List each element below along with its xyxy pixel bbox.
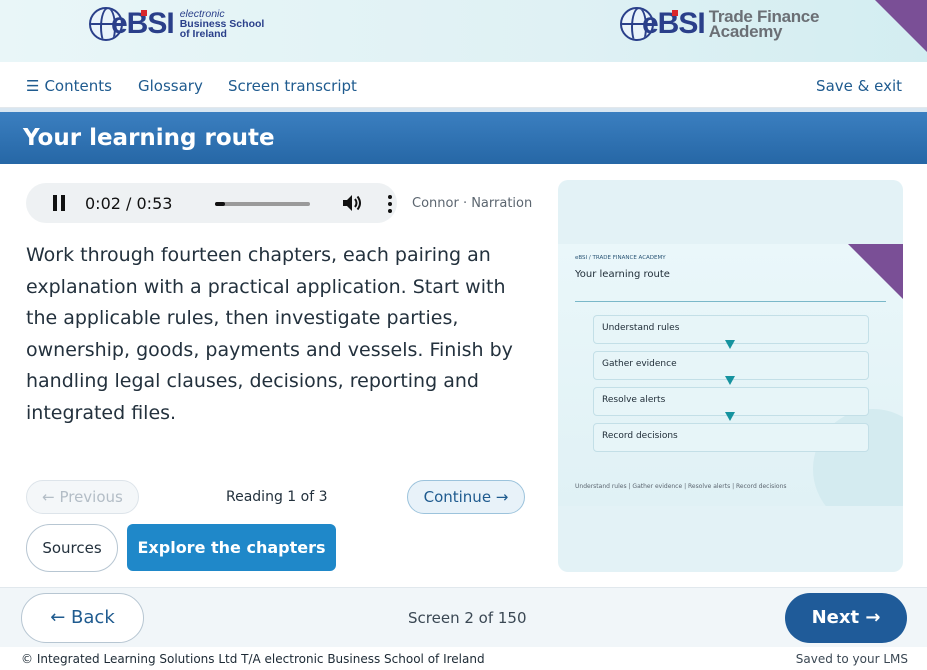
hamburger-icon: ☰ xyxy=(26,77,40,95)
page-footer: © Integrated Learning Solutions Ltd T/A … xyxy=(0,647,927,670)
audio-progress xyxy=(215,202,225,206)
slide-kicker: eBSI / TRADE FINANCE ACADEMY xyxy=(575,255,666,261)
audio-seek-bar[interactable] xyxy=(215,202,310,206)
ebsi-wordmark: eBSI xyxy=(111,7,175,40)
continue-button[interactable]: Continue → xyxy=(407,480,525,514)
top-nav: ☰ Contents Glossary Screen transcript Sav… xyxy=(0,62,927,108)
bottom-nav: ← Back Screen 2 of 150 Next → xyxy=(0,587,927,647)
preview-card: eBSI / TRADE FINANCE ACADEMY Your learni… xyxy=(558,180,903,572)
reading-indicator: Reading 1 of 3 xyxy=(226,489,328,505)
narrator-label: Connor · Narration xyxy=(412,196,533,211)
copyright-text: © Integrated Learning Solutions Ltd T/A … xyxy=(21,652,485,666)
pause-icon[interactable] xyxy=(52,195,66,211)
corner-accent xyxy=(875,0,927,52)
sources-button[interactable]: Sources xyxy=(26,524,118,572)
previous-button[interactable]: ← Previous xyxy=(26,480,139,514)
more-options-icon[interactable] xyxy=(388,195,392,213)
slide-title: Your learning route xyxy=(575,269,670,280)
brand-header: eBSI electronic Business School of Irela… xyxy=(0,0,927,62)
slide-divider xyxy=(575,301,886,302)
down-arrow-icon xyxy=(725,412,735,421)
explore-chapters-button[interactable]: Explore the chapters xyxy=(127,524,336,571)
academy-subtitle: Trade Finance Academy xyxy=(708,7,820,41)
page-title-bar: Your learning route xyxy=(0,108,927,164)
route-step: Record decisions xyxy=(593,423,869,452)
volume-icon[interactable] xyxy=(341,193,363,213)
contents-link[interactable]: ☰ Contents xyxy=(26,77,112,95)
ebsi-wordmark: eBSI xyxy=(642,7,706,40)
ebsi-subtitle: electronic Business School of Ireland xyxy=(179,8,265,40)
down-arrow-icon xyxy=(725,340,735,349)
trade-finance-academy-logo: eBSI Trade Finance Academy xyxy=(620,7,819,41)
audio-time: 0:02 / 0:53 xyxy=(85,194,173,213)
slide-corner-accent xyxy=(848,244,903,299)
slide-preview: eBSI / TRADE FINANCE ACADEMY Your learni… xyxy=(558,244,903,506)
audio-player: 0:02 / 0:53 xyxy=(26,183,397,223)
next-button[interactable]: Next → xyxy=(785,593,907,643)
down-arrow-icon xyxy=(725,376,735,385)
saved-status: Saved to your LMS xyxy=(795,652,908,666)
slide-footer: Understand rules | Gather evidence | Res… xyxy=(575,483,787,490)
back-button[interactable]: ← Back xyxy=(21,593,144,643)
save-exit-link[interactable]: Save & exit xyxy=(816,77,902,95)
ebsi-logo: eBSI electronic Business School of Irela… xyxy=(89,7,264,41)
screen-transcript-link[interactable]: Screen transcript xyxy=(228,77,357,95)
page-title: Your learning route xyxy=(23,125,275,151)
screen-counter: Screen 2 of 150 xyxy=(408,609,527,627)
glossary-link[interactable]: Glossary xyxy=(138,77,203,95)
body-text: Work through fourteen chapters, each pai… xyxy=(26,244,513,424)
